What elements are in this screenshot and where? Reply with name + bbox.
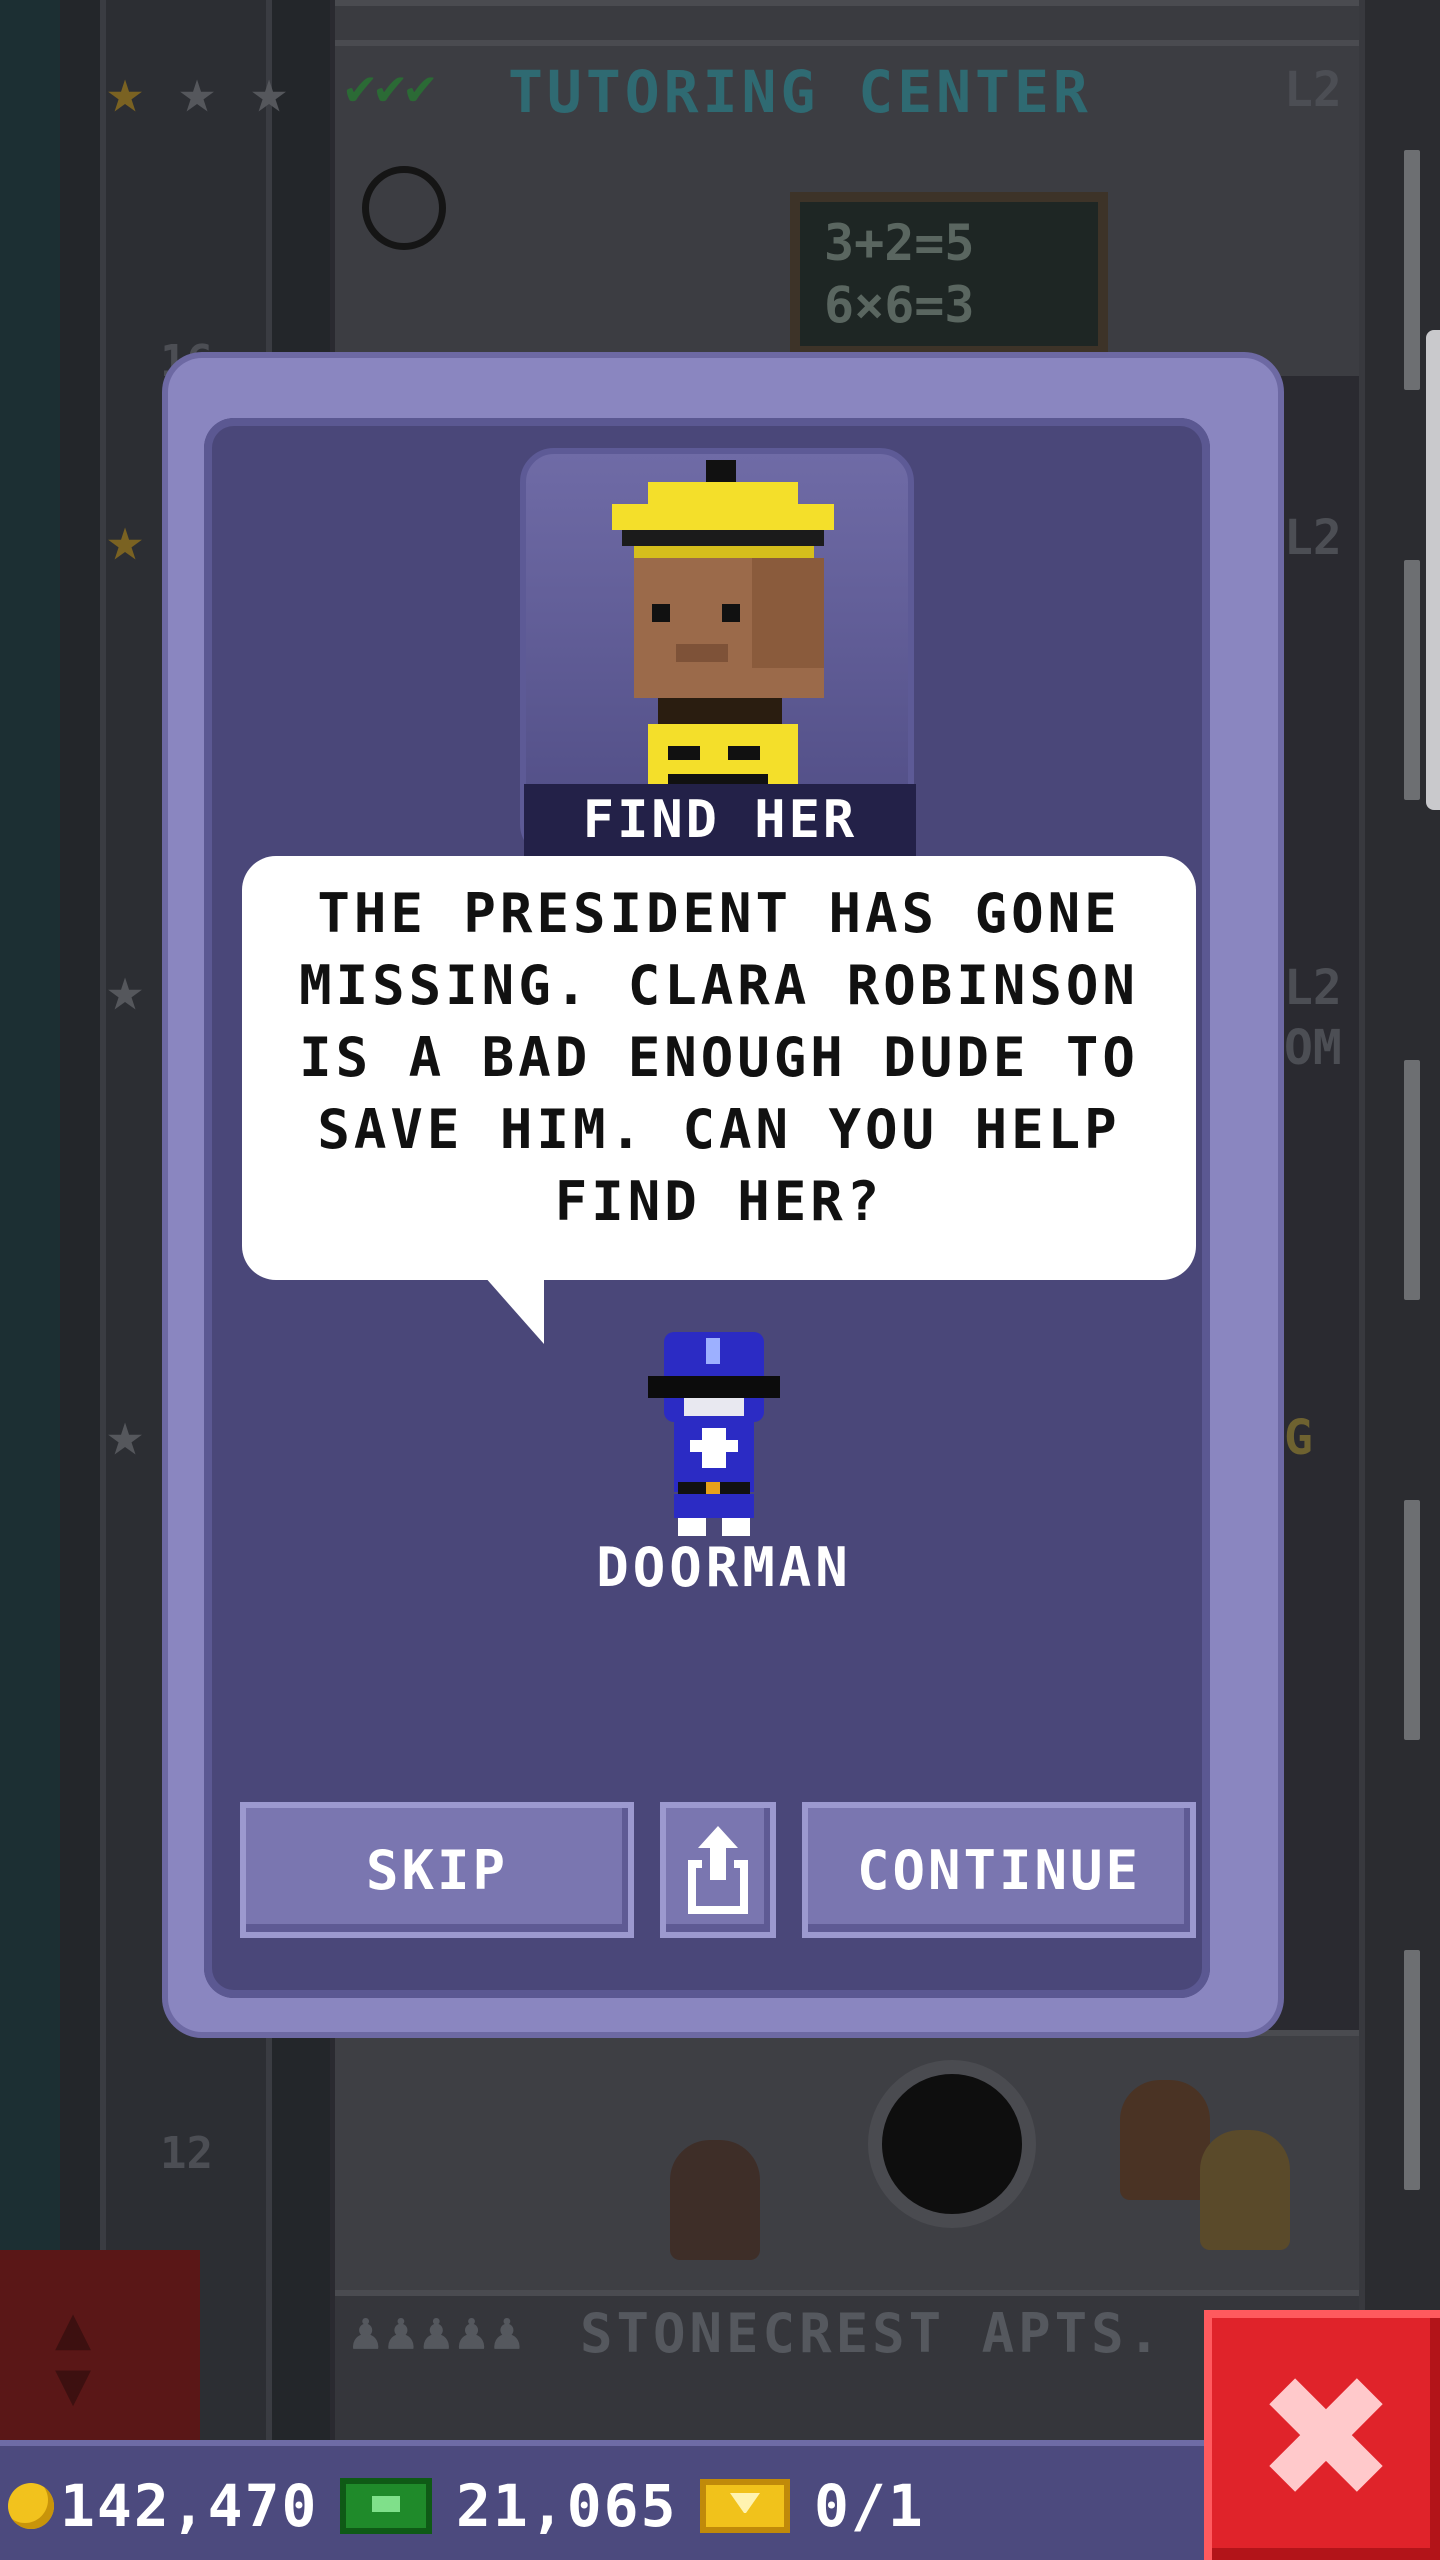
bux-counter: 21,065 (340, 2472, 678, 2540)
window-slot (1404, 150, 1420, 390)
floor-fragment: G (1284, 1410, 1313, 1466)
tenant (670, 2140, 760, 2260)
side-scroll-handle[interactable] (1426, 330, 1440, 810)
portrait-label: FIND HER (524, 784, 916, 856)
continue-button[interactable]: CONTINUE (802, 1802, 1196, 1938)
floor-name: TUTORING CENTER (508, 58, 1092, 126)
tower-left-edge (0, 0, 60, 2440)
share-icon (688, 1826, 748, 1914)
person-icons: ♟♟♟♟♟ (350, 2302, 527, 2362)
speaker-name: DOORMAN (596, 1536, 852, 1599)
star-icon: ★ (178, 54, 216, 127)
coins-counter: 142,470 (8, 2472, 318, 2540)
check-icon: ✔✔✔ (345, 58, 436, 116)
window-slot (1404, 1500, 1420, 1740)
tickets-value: 0/1 (814, 2472, 925, 2540)
clock-icon (362, 166, 446, 250)
ticket-icon (700, 2479, 790, 2533)
close-button[interactable]: ✖ (1204, 2310, 1440, 2560)
elevator-button[interactable] (0, 2250, 200, 2440)
coin-icon (8, 2483, 54, 2529)
star-icon: ★ (106, 54, 144, 127)
chalkboard: 3+2=5 6×6=3 (790, 192, 1108, 356)
star-icon: ★ (106, 952, 144, 1025)
doorman-avatar (648, 1332, 780, 1536)
floor-name: STONECREST APTS. (580, 2302, 1165, 2365)
floor-level: L2 (1284, 510, 1342, 566)
share-button[interactable] (660, 1802, 776, 1938)
floor-level: L2 (1284, 960, 1342, 1016)
window-slot (1404, 1060, 1420, 1300)
star-icon: ★ (250, 54, 288, 127)
chalkboard-line: 6×6=3 (824, 276, 975, 334)
tenant (1200, 2130, 1290, 2250)
tenant (1120, 2080, 1210, 2200)
dialog-message: THE PRESIDENT HAS GONE MISSING. CLARA RO… (299, 882, 1139, 1233)
floor-fragment: OM (1284, 1020, 1342, 1076)
chalkboard-line: 3+2=5 (824, 214, 975, 272)
coins-value: 142,470 (60, 2472, 319, 2540)
bux-value: 21,065 (456, 2472, 678, 2540)
bux-icon (340, 2478, 432, 2534)
floor-level: L2 (1284, 62, 1342, 118)
tickets-counter: 0/1 (700, 2472, 925, 2540)
speech-bubble-tail (484, 1276, 544, 1344)
skip-button[interactable]: SKIP (240, 1802, 634, 1938)
star-icon: ★ (106, 1397, 144, 1470)
floor-number: 12 (160, 2128, 213, 2179)
close-icon: ✖ (1254, 2340, 1398, 2538)
window-slot (1404, 560, 1420, 800)
up-down-arrows-icon: ▲ ▼ (55, 2293, 92, 2419)
porthole (868, 2060, 1036, 2228)
window-slot (1404, 1950, 1420, 2190)
star-icon: ★ (106, 502, 144, 575)
